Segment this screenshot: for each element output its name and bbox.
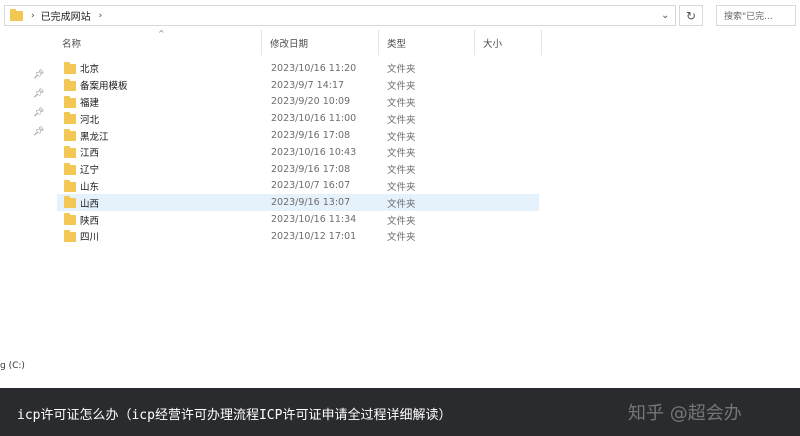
pin-icon[interactable]: 📌︎ [33, 127, 44, 137]
file-row-heilongjiang[interactable]: 黑龙江 2023/9/16 17:08 文件夹 [57, 127, 539, 144]
file-type: 文件夹 [387, 198, 416, 210]
file-name: 陕西 [80, 215, 100, 227]
file-type: 文件夹 [387, 64, 416, 76]
file-type: 文件夹 [387, 181, 416, 193]
file-row-shaanxi[interactable]: 陕西 2023/10/16 11:34 文件夹 [57, 211, 539, 228]
file-row-beijing[interactable]: 北京 2023/10/16 11:20 文件夹 [57, 60, 539, 77]
file-modified: 2023/10/16 11:34 [271, 214, 357, 226]
navigation-pane: 📌︎ 📌︎ 📌︎ 📌︎ ɡ (C:) [0, 30, 52, 388]
file-name: 山西 [80, 198, 100, 210]
pin-icon[interactable]: 📌︎ [33, 89, 44, 99]
column-header-name[interactable]: 名称 [54, 30, 262, 55]
file-modified: 2023/10/16 10:43 [271, 146, 357, 158]
file-type: 文件夹 [387, 97, 416, 109]
pin-icon[interactable]: 📌︎ [33, 70, 44, 80]
file-modified: 2023/10/7 16:07 [271, 180, 351, 192]
caption-bar: icp许可证怎么办（icp经营许可办理流程ICP许可证申请全过程详细解读） 知乎… [0, 388, 800, 436]
file-row-fujian[interactable]: 福建 2023/9/20 10:09 文件夹 [57, 94, 539, 111]
folder-icon [64, 129, 76, 142]
folder-icon [64, 179, 76, 192]
file-name: 备案用模板 [80, 81, 128, 93]
address-bar[interactable]: › 已完成网站 › ⌄ [4, 5, 676, 26]
column-header-type-label: 类型 [387, 38, 407, 50]
column-header-size[interactable]: 大小 [475, 30, 542, 55]
file-name: 辽宁 [80, 165, 100, 177]
file-row-shandong[interactable]: 山东 2023/10/7 16:07 文件夹 [57, 178, 539, 195]
file-type: 文件夹 [387, 165, 416, 177]
file-modified: 2023/10/16 11:00 [271, 113, 357, 125]
folder-icon [64, 196, 76, 209]
folder-icon [64, 229, 76, 242]
file-name: 四川 [80, 232, 100, 244]
file-modified: 2023/10/16 11:20 [271, 62, 357, 74]
address-bar-row: › 已完成网站 › ⌄ ↻ 搜索"已完... [0, 0, 800, 30]
folder-icon [64, 62, 76, 74]
column-header-modified-label: 修改日期 [270, 38, 309, 50]
column-header-name-label: 名称 [62, 38, 82, 50]
file-row-template[interactable]: 备案用模板 2023/9/7 14:17 文件夹 [57, 77, 539, 94]
file-type: 文件夹 [387, 215, 416, 227]
column-header-size-label: 大小 [483, 38, 503, 50]
file-modified: 2023/9/16 17:08 [271, 130, 351, 142]
file-name: 北京 [80, 64, 100, 76]
file-type: 文件夹 [387, 131, 416, 143]
breadcrumb-current-folder[interactable]: 已完成网站 [41, 8, 91, 23]
folder-icon [64, 162, 76, 175]
column-header-type[interactable]: 类型 [379, 30, 475, 55]
file-row-liaoning[interactable]: 辽宁 2023/9/16 17:08 文件夹 [57, 161, 539, 178]
file-name: 山东 [80, 181, 100, 193]
file-list: 北京 2023/10/16 11:20 文件夹 备案用模板 2023/9/7 1… [57, 60, 539, 245]
file-row-sichuan[interactable]: 四川 2023/10/12 17:01 文件夹 [57, 228, 539, 245]
file-name: 河北 [80, 114, 100, 126]
file-name: 黑龙江 [80, 131, 109, 143]
caption-title: icp许可证怎么办（icp经营许可办理流程ICP许可证申请全过程详细解读） [17, 408, 452, 423]
file-type: 文件夹 [387, 232, 416, 244]
refresh-button[interactable]: ↻ [679, 5, 703, 26]
file-modified: 2023/9/16 17:08 [271, 163, 351, 175]
search-input[interactable]: 搜索"已完... [716, 5, 796, 26]
file-modified: 2023/9/7 14:17 [271, 79, 345, 91]
file-modified: 2023/10/12 17:01 [271, 230, 357, 242]
nav-item-local-disk-c[interactable]: ɡ (C:) [0, 361, 25, 371]
search-placeholder: 搜索"已完... [724, 12, 773, 22]
folder-icon [64, 145, 76, 158]
file-modified: 2023/9/16 13:07 [271, 197, 351, 209]
folder-icon [64, 213, 76, 226]
file-row-jiangxi[interactable]: 江西 2023/10/16 10:43 文件夹 [57, 144, 539, 161]
pin-icon[interactable]: 📌︎ [33, 108, 44, 118]
folder-icon [10, 8, 23, 21]
file-row-hebei[interactable]: 河北 2023/10/16 11:00 文件夹 [57, 110, 539, 127]
chevron-right-icon[interactable]: › [31, 11, 35, 21]
column-header-modified[interactable]: 修改日期 [262, 30, 379, 55]
watermark: 知乎 @超会办 [628, 403, 742, 424]
file-type: 文件夹 [387, 81, 416, 93]
folder-icon [64, 78, 76, 91]
file-type: 文件夹 [387, 114, 416, 126]
file-row-shanxi[interactable]: 山西 2023/9/16 13:07 文件夹 [57, 194, 539, 212]
file-name: 江西 [80, 148, 100, 160]
file-modified: 2023/9/20 10:09 [271, 96, 351, 108]
chevron-right-icon[interactable]: › [99, 11, 103, 21]
folder-icon [64, 95, 76, 108]
file-type: 文件夹 [387, 148, 416, 160]
column-headers: ^ 名称 修改日期 类型 大小 [54, 29, 542, 55]
chevron-down-icon[interactable]: ⌄ [661, 10, 669, 21]
refresh-icon: ↻ [685, 8, 697, 23]
folder-icon [64, 112, 76, 125]
file-name: 福建 [80, 97, 100, 109]
